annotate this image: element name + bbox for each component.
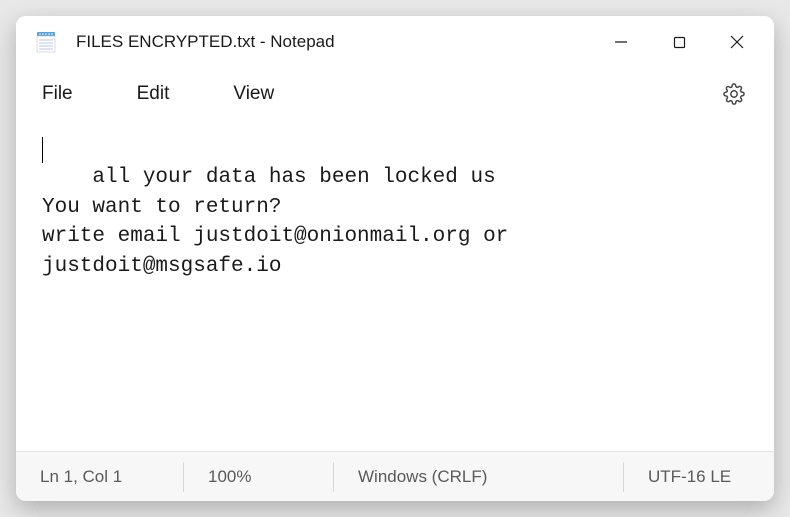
- titlebar[interactable]: FILES ENCRYPTED.txt - Notepad: [16, 16, 774, 68]
- notepad-icon: [34, 30, 58, 54]
- maximize-button[interactable]: [650, 19, 708, 65]
- menubar: File Edit View: [16, 68, 774, 120]
- zoom-level[interactable]: 100%: [184, 462, 334, 492]
- line-ending[interactable]: Windows (CRLF): [334, 462, 624, 492]
- close-button[interactable]: [708, 19, 766, 65]
- window-controls: [592, 19, 766, 65]
- menu-items: File Edit View: [34, 77, 282, 111]
- text-editor-area[interactable]: all your data has been locked us You wan…: [16, 120, 774, 451]
- minimize-button[interactable]: [592, 19, 650, 65]
- statusbar: Ln 1, Col 1 100% Windows (CRLF) UTF-16 L…: [16, 451, 774, 501]
- notepad-window: FILES ENCRYPTED.txt - Notepad File Edit …: [16, 16, 774, 501]
- menu-file[interactable]: File: [34, 77, 81, 111]
- encoding[interactable]: UTF-16 LE: [624, 462, 774, 492]
- window-title: FILES ENCRYPTED.txt - Notepad: [76, 32, 592, 52]
- menu-view[interactable]: View: [225, 77, 282, 111]
- text-cursor: [42, 137, 43, 163]
- settings-button[interactable]: [716, 76, 752, 112]
- menu-edit[interactable]: Edit: [129, 77, 178, 111]
- gear-icon: [723, 83, 745, 105]
- document-text: all your data has been locked us You wan…: [42, 166, 521, 277]
- cursor-position[interactable]: Ln 1, Col 1: [16, 462, 184, 492]
